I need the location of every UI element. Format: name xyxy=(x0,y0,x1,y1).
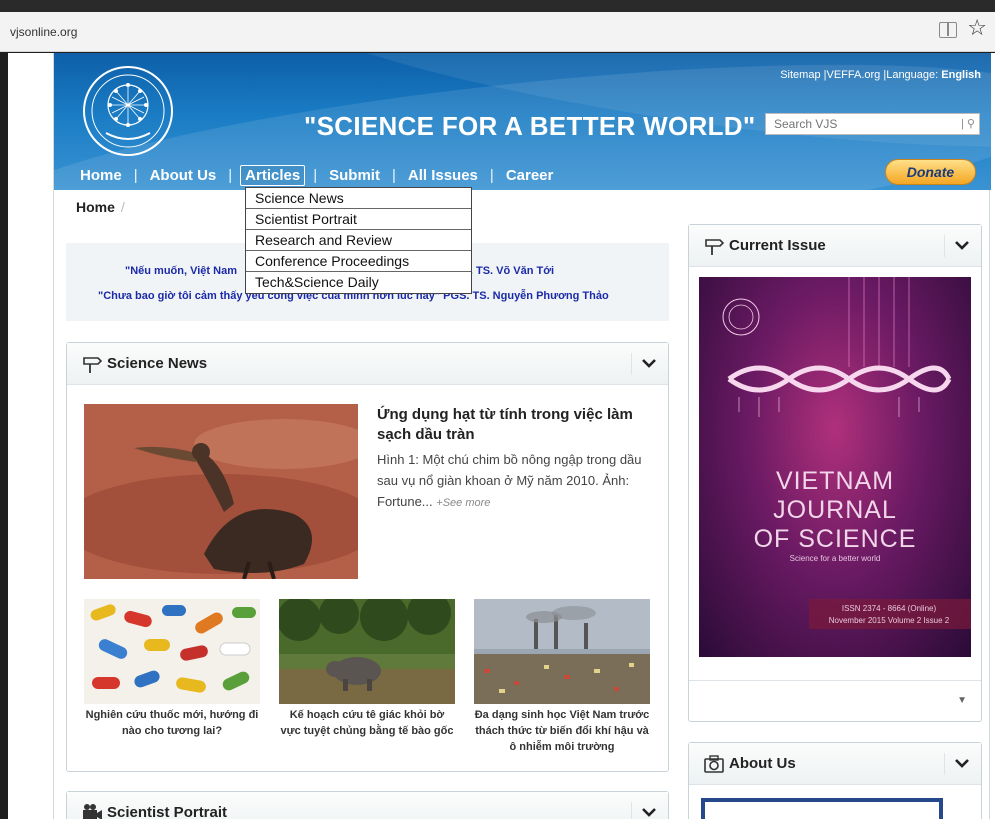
cover-title: VIETNAM JOURNAL OF SCIENCE xyxy=(753,467,917,553)
donate-button[interactable]: Donate xyxy=(885,159,976,185)
panel-header: Science News xyxy=(67,343,668,385)
panel-title: Scientist Portrait xyxy=(107,804,228,819)
sitemap-link[interactable]: Sitemap xyxy=(780,69,820,81)
cover-subtitle: Science for a better world xyxy=(789,554,881,563)
chevron-down-icon[interactable] xyxy=(640,354,658,372)
pollution-image xyxy=(474,599,650,704)
news-thumb-pills[interactable] xyxy=(84,599,260,704)
about-us-image[interactable] xyxy=(701,798,943,819)
nav-about-us[interactable]: About Us xyxy=(146,166,221,185)
menu-item-research-review[interactable]: Research and Review xyxy=(246,230,471,251)
signpost-icon xyxy=(83,357,103,373)
main-nav: Home | About Us | Articles | Submit | All Is… xyxy=(76,163,557,187)
menu-item-tech-science-daily[interactable]: Tech&Science Daily xyxy=(246,272,471,293)
menu-item-conference-proceedings[interactable]: Conference Proceedings xyxy=(246,251,471,272)
menu-item-science-news[interactable]: Science News xyxy=(246,188,471,209)
news-thumb-rhino[interactable] xyxy=(279,599,455,704)
current-issue-panel: Current Issue VIETNAM JOURNAL OF SCIENCE… xyxy=(688,224,982,722)
signpost-icon xyxy=(705,239,725,255)
nav-all-issues[interactable]: All Issues xyxy=(404,166,482,185)
vjs-logo-icon[interactable] xyxy=(82,65,174,157)
camera-icon xyxy=(704,755,724,773)
cover-issn: ISSN 2374 - 8664 (Online) November 2015 … xyxy=(828,604,950,625)
news-caption[interactable]: Nghiên cứu thuốc mới, hướng đi nào cho t… xyxy=(84,707,260,739)
breadcrumb: Home / xyxy=(76,199,125,215)
search-input[interactable] xyxy=(766,114,946,134)
panel-title: Current Issue xyxy=(729,237,826,254)
chevron-down-icon[interactable] xyxy=(953,236,971,254)
window-top-strip xyxy=(0,0,995,12)
search-icon[interactable]: | ⚲ xyxy=(961,117,975,130)
see-more-link[interactable]: +See more xyxy=(436,497,490,509)
pills-image xyxy=(84,599,260,704)
header-top-links: Sitemap |VEFFA.org |Language: English xyxy=(780,69,981,81)
panel-header: About Us xyxy=(689,743,981,785)
pelican-illustration xyxy=(84,404,358,579)
nav-home[interactable]: Home xyxy=(76,166,126,185)
language-label: Language: xyxy=(886,69,939,81)
language-english-link[interactable]: English xyxy=(941,69,981,81)
panel-title: About Us xyxy=(729,755,796,772)
nav-submit[interactable]: Submit xyxy=(325,166,384,185)
caret-down-icon[interactable]: ▼ xyxy=(957,695,967,706)
science-news-panel: Science News Ứng dụng hạt từ tính trong … xyxy=(66,342,669,772)
breadcrumb-home[interactable]: Home xyxy=(76,199,115,215)
veffa-link[interactable]: VEFFA.org xyxy=(826,69,880,81)
scientist-portrait-panel: Scientist Portrait xyxy=(66,791,669,819)
menu-item-scientist-portrait[interactable]: Scientist Portrait xyxy=(246,209,471,230)
reading-view-icon[interactable] xyxy=(939,22,957,38)
news-thumb-pollution[interactable] xyxy=(474,599,650,704)
rhino-image xyxy=(279,599,455,704)
site-header: Sitemap |VEFFA.org |Language: English "S… xyxy=(54,53,991,190)
camera-icon xyxy=(83,804,102,819)
panel-header: Current Issue xyxy=(689,225,981,267)
search-box: | ⚲ xyxy=(765,113,980,135)
panel-title: Science News xyxy=(107,355,208,372)
chevron-down-icon[interactable] xyxy=(953,754,971,772)
favorite-star-icon[interactable]: ☆ xyxy=(967,16,987,40)
news-caption[interactable]: Kế hoạch cứu tê giác khỏi bờ vực tuyệt c… xyxy=(279,707,455,739)
nav-articles[interactable]: Articles xyxy=(240,164,306,186)
vjs-page: Sitemap |VEFFA.org |Language: English "S… xyxy=(53,53,991,819)
journal-cover-image[interactable]: VIETNAM JOURNAL OF SCIENCE Science for a… xyxy=(699,277,971,657)
site-slogan: "SCIENCE FOR A BETTER WORLD" xyxy=(304,111,756,141)
featured-article-title[interactable]: Ứng dụng hạt từ tính trong việc làm sạch… xyxy=(377,405,657,445)
chevron-down-icon[interactable] xyxy=(640,803,658,819)
about-us-panel: About Us xyxy=(688,742,982,819)
page-viewport: Sitemap |VEFFA.org |Language: English "S… xyxy=(8,53,995,819)
url-text[interactable]: vjsonline.org xyxy=(10,25,77,39)
featured-article-description: Hình 1: Một chú chim bồ nông ngập trong … xyxy=(377,452,642,509)
browser-address-bar[interactable]: vjsonline.org ☆ xyxy=(0,12,995,52)
news-caption[interactable]: Đa dạng sinh học Việt Nam trước thách th… xyxy=(474,707,650,755)
featured-pelican-image[interactable] xyxy=(84,404,358,579)
articles-dropdown-menu: Science News Scientist Portrait Research… xyxy=(245,187,472,294)
nav-career[interactable]: Career xyxy=(502,166,558,185)
panel-header: Scientist Portrait xyxy=(67,792,668,819)
